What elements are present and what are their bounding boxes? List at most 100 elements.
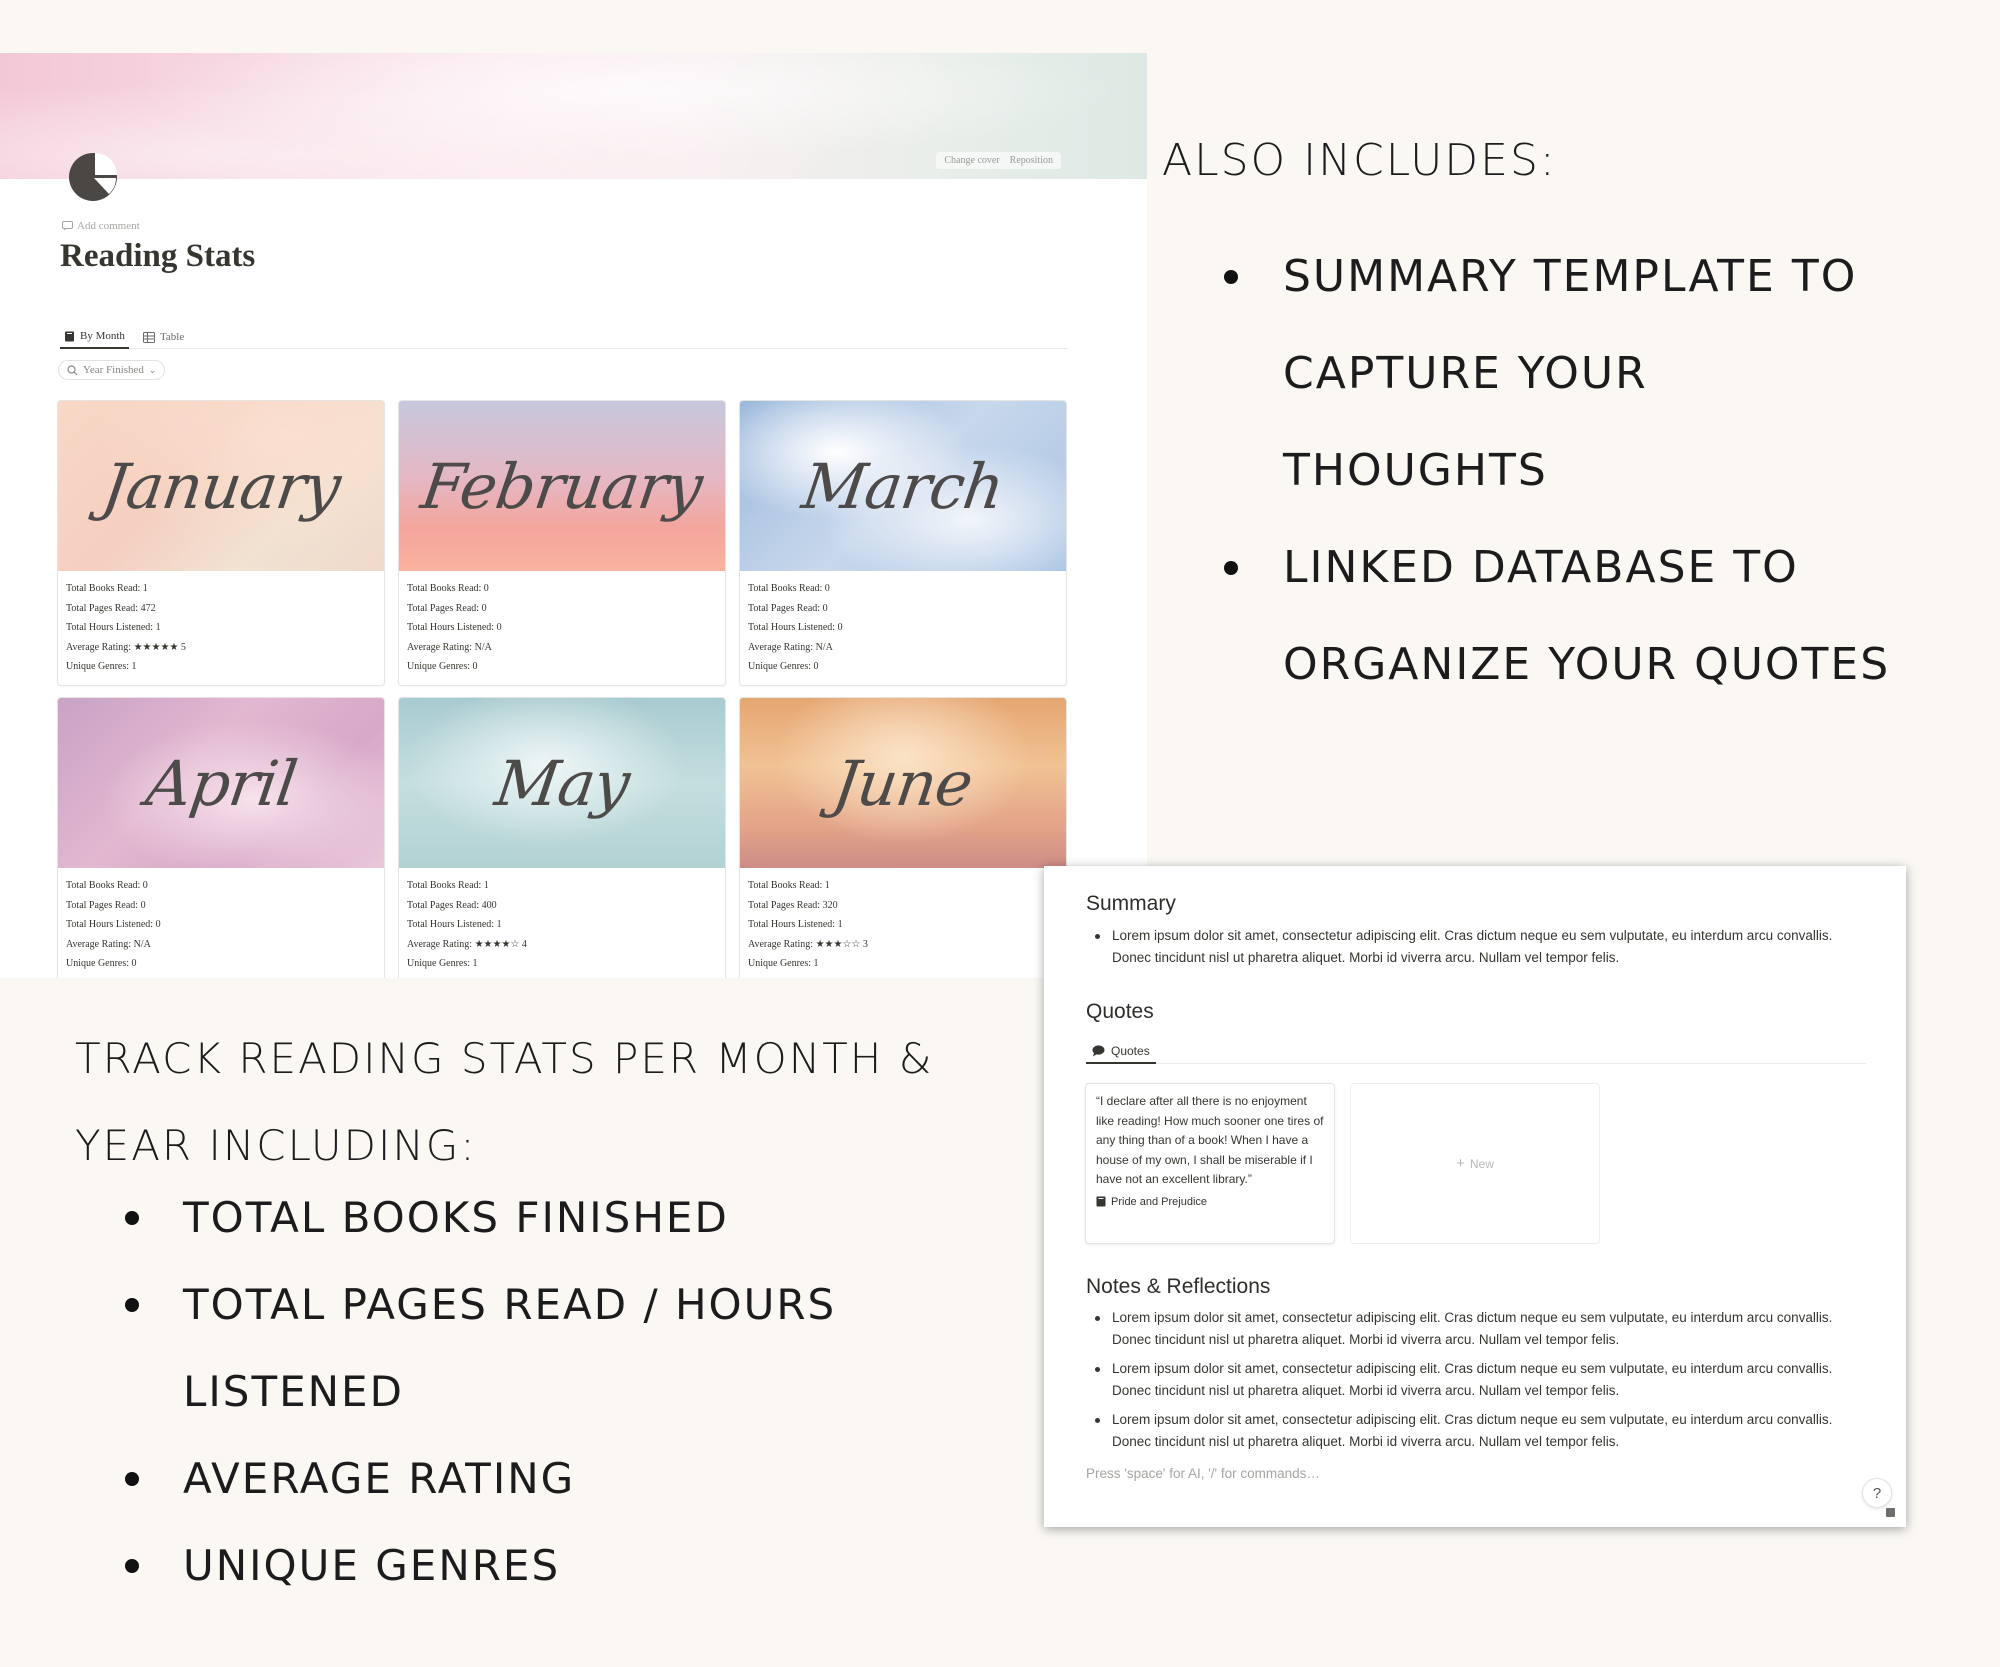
quote-book-link[interactable]: Pride and Prejudice bbox=[1096, 1196, 1324, 1208]
card-stats: Total Books Read: 0 Total Pages Read: 0 … bbox=[740, 571, 1066, 685]
summary-template-window: Summary Lorem ipsum dolor sit amet, cons… bbox=[1044, 866, 1906, 1527]
add-comment-button[interactable]: Add comment bbox=[62, 220, 140, 232]
year-finished-filter[interactable]: Year Finished ⌄ bbox=[58, 360, 166, 380]
summary-item[interactable]: Lorem ipsum dolor sit amet, consectetur … bbox=[1086, 925, 1856, 969]
tab-label: By Month bbox=[80, 330, 125, 342]
tab-label: Table bbox=[159, 331, 185, 343]
page-cover: Change cover Reposition bbox=[0, 53, 1147, 179]
summary-list: Lorem ipsum dolor sit amet, consectetur … bbox=[1086, 925, 1856, 976]
add-comment-label: Add comment bbox=[77, 220, 140, 232]
quotes-tab-bar: Quotes bbox=[1086, 1039, 1866, 1064]
month-title: April bbox=[141, 746, 301, 820]
list-item: UNIQUE GENRES bbox=[124, 1522, 836, 1609]
stat-pages: Total Pages Read: 0 bbox=[407, 602, 487, 614]
card-stats: Total Books Read: 1 Total Pages Read: 40… bbox=[399, 868, 725, 978]
book-icon bbox=[1096, 1196, 1106, 1207]
card-cover-image: January bbox=[58, 401, 384, 571]
stat-genres: Unique Genres: 0 bbox=[407, 661, 478, 672]
new-quote-button[interactable]: + New bbox=[1350, 1083, 1600, 1244]
view-tabs: By Month Table bbox=[60, 325, 1068, 349]
help-button[interactable]: ? bbox=[1862, 1478, 1892, 1508]
tab-label: Quotes bbox=[1111, 1043, 1150, 1058]
stat-genres: Unique Genres: 1 bbox=[66, 661, 137, 672]
list-item-continuation: THOUGHTS bbox=[1283, 445, 1548, 496]
stat-hours: Total Hours Listened: 0 bbox=[748, 622, 843, 633]
month-card-march[interactable]: March Total Books Read: 0 Total Pages Re… bbox=[739, 400, 1067, 686]
month-title: March bbox=[797, 449, 1009, 523]
stat-books: Total Books Read: 0 bbox=[407, 583, 489, 594]
stat-rating: Average Rating: ★★★★☆ 4 bbox=[407, 938, 527, 950]
stat-rating: Average Rating: N/A bbox=[66, 938, 151, 950]
month-title: February bbox=[417, 449, 707, 523]
search-icon bbox=[67, 364, 78, 375]
stat-hours: Total Hours Listened: 1 bbox=[66, 622, 161, 633]
stat-genres: Unique Genres: 1 bbox=[407, 958, 478, 969]
month-card-january[interactable]: January Total Books Read: 1 Total Pages … bbox=[57, 400, 385, 686]
quotes-heading: Quotes bbox=[1086, 1000, 1154, 1023]
book-icon bbox=[65, 331, 74, 341]
card-cover-image: May bbox=[399, 698, 725, 868]
stat-genres: Unique Genres: 0 bbox=[66, 958, 137, 969]
month-card-april[interactable]: April Total Books Read: 0 Total Pages Re… bbox=[57, 697, 385, 978]
month-title: June bbox=[829, 746, 977, 820]
card-cover-image: March bbox=[740, 401, 1066, 571]
tab-table[interactable]: Table bbox=[139, 325, 188, 349]
reposition-button[interactable]: Reposition bbox=[1006, 154, 1057, 167]
also-includes-list: SUMMARY TEMPLATE TO CAPTURE YOUR THOUGHT… bbox=[1223, 228, 1891, 713]
quote-text: “I declare after all there is no enjoyme… bbox=[1096, 1094, 1324, 1186]
comment-icon bbox=[62, 221, 73, 231]
card-cover-image: April bbox=[58, 698, 384, 868]
notes-item[interactable]: Lorem ipsum dolor sit amet, consectetur … bbox=[1086, 1307, 1856, 1351]
editor-placeholder[interactable]: Press 'space' for AI, '/' for commands… bbox=[1086, 1466, 1320, 1481]
list-item: LINKED DATABASE TO bbox=[1223, 519, 1890, 616]
stat-genres: Unique Genres: 0 bbox=[748, 661, 819, 672]
list-item-continuation: LISTENED bbox=[183, 1367, 404, 1416]
track-stats-heading: TRACK READING STATS PER MONTH & YEAR INC… bbox=[75, 1034, 934, 1170]
page-title: Reading Stats bbox=[60, 238, 256, 274]
pie-chart-icon[interactable] bbox=[68, 152, 118, 202]
stat-books: Total Books Read: 1 bbox=[407, 880, 489, 891]
new-label: New bbox=[1469, 1156, 1494, 1171]
card-cover-image: June bbox=[740, 698, 1066, 868]
quote-card[interactable]: “I declare after all there is no enjoyme… bbox=[1085, 1083, 1335, 1244]
card-stats: Total Books Read: 0 Total Pages Read: 0 … bbox=[399, 571, 725, 685]
card-stats: Total Books Read: 1 Total Pages Read: 32… bbox=[740, 868, 1066, 978]
list-item: TOTAL PAGES READ / HOURS bbox=[124, 1261, 836, 1348]
card-cover-image: February bbox=[399, 401, 725, 571]
stat-books: Total Books Read: 1 bbox=[748, 880, 830, 891]
list-item-continuation: ORGANIZE YOUR QUOTES bbox=[1283, 639, 1891, 690]
notes-item[interactable]: Lorem ipsum dolor sit amet, consectetur … bbox=[1086, 1358, 1856, 1402]
month-title: May bbox=[490, 746, 634, 820]
filter-label: Year Finished bbox=[83, 364, 144, 376]
table-icon bbox=[142, 331, 155, 343]
tab-quotes[interactable]: Quotes bbox=[1086, 1039, 1156, 1064]
month-card-may[interactable]: May Total Books Read: 1 Total Pages Read… bbox=[398, 697, 726, 978]
notes-list: Lorem ipsum dolor sit amet, consectetur … bbox=[1086, 1307, 1856, 1460]
list-item: SUMMARY TEMPLATE TO bbox=[1223, 228, 1890, 325]
month-card-february[interactable]: February Total Books Read: 0 Total Pages… bbox=[398, 400, 726, 686]
summary-heading: Summary bbox=[1086, 892, 1176, 915]
list-item-continuation: CAPTURE YOUR bbox=[1283, 348, 1648, 399]
reading-stats-page: Change cover Reposition Add comment Read… bbox=[0, 53, 1147, 978]
stat-pages: Total Pages Read: 0 bbox=[66, 899, 146, 911]
stat-pages: Total Pages Read: 400 bbox=[407, 899, 497, 911]
stat-rating: Average Rating: ★★★☆☆ 3 bbox=[748, 938, 868, 950]
resize-handle[interactable] bbox=[1886, 1508, 1895, 1517]
notes-item[interactable]: Lorem ipsum dolor sit amet, consectetur … bbox=[1086, 1409, 1856, 1453]
stat-hours: Total Hours Listened: 1 bbox=[407, 919, 502, 930]
list-item: TOTAL BOOKS FINISHED bbox=[124, 1174, 836, 1261]
month-card-june[interactable]: June Total Books Read: 1 Total Pages Rea… bbox=[739, 697, 1067, 978]
list-item: AVERAGE RATING bbox=[124, 1435, 836, 1522]
stat-genres: Unique Genres: 1 bbox=[748, 958, 819, 969]
notes-heading: Notes & Reflections bbox=[1086, 1275, 1271, 1298]
stat-hours: Total Hours Listened: 0 bbox=[407, 622, 502, 633]
stat-rating: Average Rating: N/A bbox=[407, 641, 492, 653]
change-cover-button[interactable]: Change cover bbox=[940, 154, 1003, 167]
plus-icon: + bbox=[1456, 1155, 1465, 1172]
speech-bubble-icon bbox=[1092, 1044, 1105, 1056]
tab-by-month[interactable]: By Month bbox=[60, 325, 129, 349]
chevron-down-icon: ⌄ bbox=[148, 364, 157, 375]
stat-pages: Total Pages Read: 0 bbox=[748, 602, 828, 614]
card-stats: Total Books Read: 0 Total Pages Read: 0 … bbox=[58, 868, 384, 978]
month-title: January bbox=[97, 449, 345, 523]
